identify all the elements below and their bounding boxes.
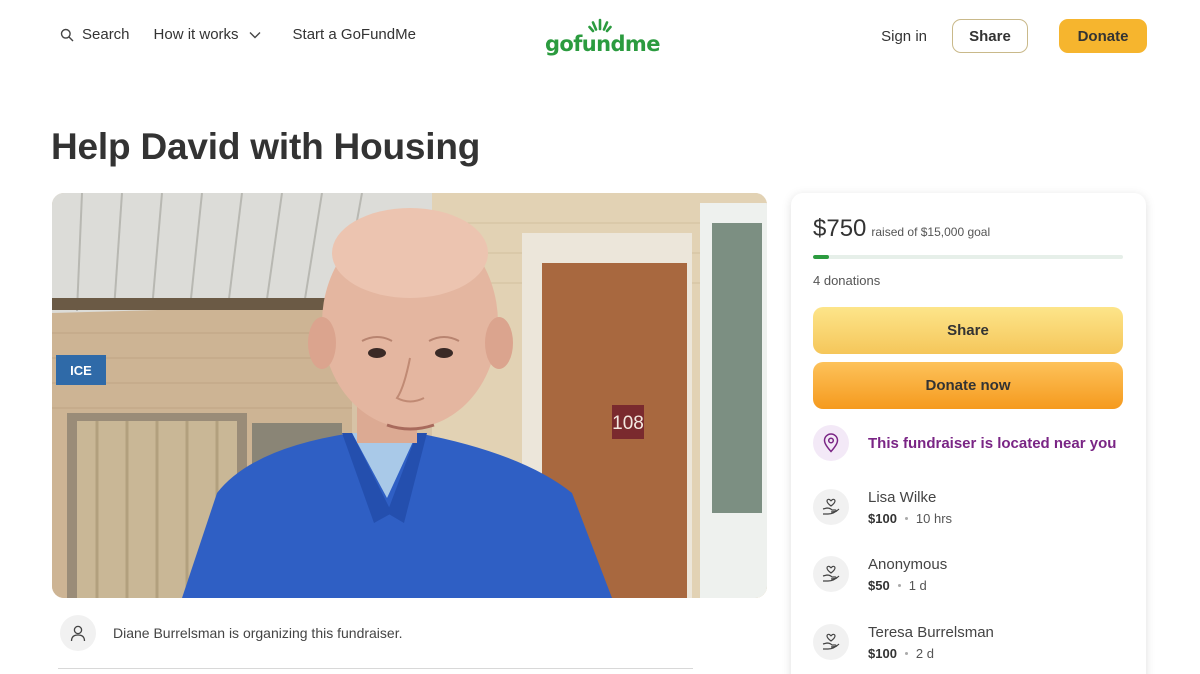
user-icon [70, 625, 86, 642]
how-it-works-menu[interactable]: How it works [154, 26, 269, 43]
header-actions: Sign in Share Donate [881, 19, 1147, 53]
donor-name: Lisa Wilke [868, 489, 937, 506]
search-icon [60, 28, 74, 41]
donation-card: $750 raised of $15,000 goal 4 donations … [791, 193, 1146, 674]
logo-text: gofundme [545, 32, 660, 56]
search-link[interactable]: Search [60, 26, 130, 43]
raised-amount: $750 [813, 215, 867, 242]
donation-heart-hand-icon [813, 556, 849, 592]
separator-dot [904, 517, 908, 520]
start-gofundme-label: Start a GoFundMe [292, 26, 416, 43]
page-title: Help David with Housing [51, 126, 481, 167]
donation-heart-hand-icon [813, 624, 849, 660]
list-item: Anonymous $50 1 d [813, 556, 947, 593]
organizer-row: Diane Burrelsman is organizing this fund… [60, 615, 402, 651]
location-text: This fundraiser is located near you [868, 434, 1117, 452]
how-it-works-label: How it works [153, 26, 239, 43]
location-notice: This fundraiser is located near you [813, 425, 1116, 461]
header-donate-button[interactable]: Donate [1059, 19, 1147, 53]
divider [58, 668, 693, 669]
raised-summary: $750 raised of $15,000 goal [813, 215, 990, 243]
list-item: Lisa Wilke $100 10 hrs [813, 489, 952, 526]
search-label: Search [82, 26, 130, 43]
donate-now-button[interactable]: Donate now [813, 362, 1123, 409]
avatar [60, 615, 96, 651]
gofundme-logo[interactable]: gofundme [545, 18, 660, 58]
progress-bar-fill [813, 255, 829, 259]
header-share-button[interactable]: Share [952, 19, 1028, 53]
donation-heart-hand-icon [813, 489, 849, 525]
location-pin-icon [813, 425, 849, 461]
donor-time: 1 d [908, 578, 927, 593]
separator-dot [904, 652, 908, 655]
door-number: 108 [612, 413, 644, 434]
donor-meta: $100 2 d [868, 646, 994, 661]
share-button[interactable]: Share [813, 307, 1123, 354]
start-gofundme-link[interactable]: Start a GoFundMe [293, 26, 416, 43]
list-item: Teresa Burrelsman $100 2 d [813, 624, 994, 661]
donor-time: 10 hrs [915, 511, 953, 526]
donor-time: 2 d [915, 646, 934, 661]
donor-name: Anonymous [868, 556, 948, 573]
donor-amount: $50 [868, 578, 890, 593]
campaign-photo-illustration: 108 ICE [52, 193, 767, 598]
donations-count: 4 donations [813, 273, 881, 288]
donor-meta: $50 1 d [868, 578, 947, 593]
progress-bar [813, 255, 1123, 259]
sign-in-link[interactable]: Sign in [881, 28, 927, 45]
donor-meta: $100 10 hrs [868, 511, 952, 526]
donor-amount: $100 [868, 511, 897, 526]
separator-dot [897, 584, 901, 587]
campaign-photo[interactable]: 108 ICE [52, 193, 767, 598]
donor-amount: $100 [868, 646, 897, 661]
header-nav: Search How it works Start a GoFundMe [60, 26, 416, 43]
ice-sign-text: ICE [70, 363, 92, 378]
donor-name: Teresa Burrelsman [868, 624, 994, 641]
chevron-down-icon [249, 31, 261, 38]
organizer-text: Diane Burrelsman is organizing this fund… [113, 625, 403, 641]
raised-goal: raised of $15,000 goal [871, 225, 991, 239]
